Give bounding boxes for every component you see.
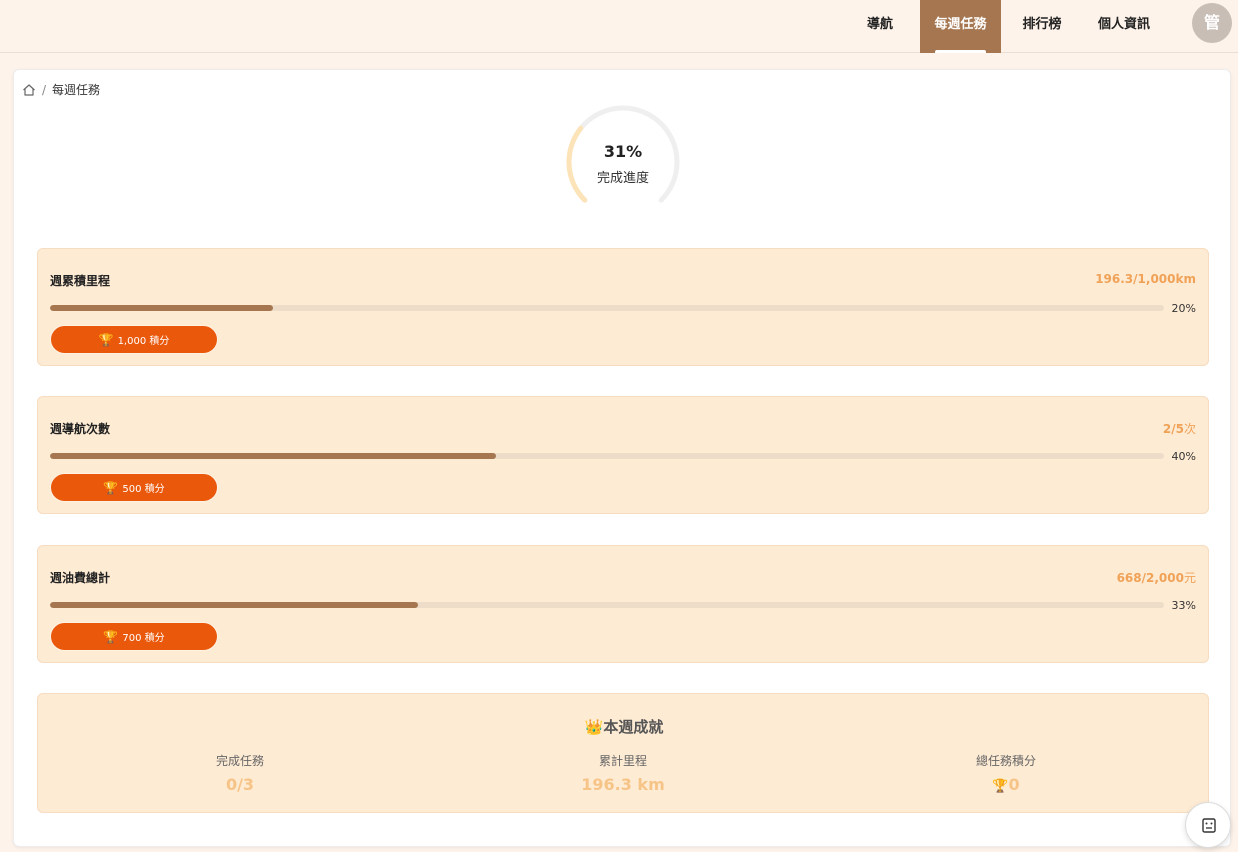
task-progress-percent: 33% (1171, 599, 1196, 612)
task-title: 週累積里程 (50, 274, 111, 288)
avatar[interactable]: 管 (1192, 3, 1232, 43)
task-progress-bar (50, 602, 1164, 608)
top-navbar: 導航 每週任務 排行榜 個人資訊 管 (0, 0, 1238, 53)
robot-icon (1202, 818, 1216, 833)
trophy-icon: 🏆 (103, 481, 119, 495)
breadcrumb-current: 每週任務 (52, 83, 101, 97)
progress-label: 完成進度 (596, 171, 649, 186)
nav-tab-weekly-tasks[interactable]: 每週任務 (920, 0, 1001, 53)
breadcrumb: / 每週任務 (22, 81, 100, 98)
task-progress-fill (50, 305, 273, 311)
task-reward-button[interactable]: 🏆 700 積分 (50, 622, 218, 651)
task-progress-percent: 20% (1171, 302, 1196, 315)
task-progress-value: 196.3/1,000km (1095, 272, 1196, 286)
stat-total-points: 總任務積分 🏆0 (975, 754, 1036, 794)
breadcrumb-separator: / (42, 82, 47, 97)
main-card: / 每週任務 31% 完成進度 週累積里程 196.3/1,000km 20% … (13, 69, 1231, 847)
assistant-chat-button[interactable] (1185, 802, 1231, 848)
nav-tab-navigation[interactable]: 導航 (856, 0, 904, 53)
trophy-icon: 🏆 (98, 333, 114, 347)
stat-total-mileage: 累計里程 196.3 km (581, 754, 665, 794)
task-card-mileage: 週累積里程 196.3/1,000km 20% 🏆 1,000 積分 (37, 248, 1209, 366)
task-progress-fill (50, 453, 496, 459)
task-card-fuel-cost: 週油費總計 668/2,000元 33% 🏆 700 積分 (37, 545, 1209, 663)
completion-progress-ring: 31% 完成進度 (565, 104, 681, 220)
stat-completed-tasks: 完成任務 0/3 (215, 754, 264, 794)
task-progress-fill (50, 602, 418, 608)
home-icon[interactable] (22, 83, 36, 97)
task-title: 週導航次數 (50, 422, 111, 436)
summary-title: 👑本週成就 (584, 718, 664, 736)
progress-percent: 31% (603, 142, 643, 161)
task-reward-button[interactable]: 🏆 500 積分 (50, 473, 218, 502)
weekly-achievement-summary: 👑本週成就 完成任務 0/3 累計里程 196.3 km 總任務積分 🏆0 (37, 693, 1209, 813)
task-title: 週油費總計 (50, 571, 111, 585)
task-reward-button[interactable]: 🏆 1,000 積分 (50, 325, 218, 354)
task-progress-value: 668/2,000元 (1116, 571, 1196, 585)
nav-tab-leaderboard[interactable]: 排行榜 (1015, 0, 1069, 53)
crown-icon: 👑 (584, 718, 604, 736)
trophy-icon: 🏆 (103, 630, 119, 644)
task-progress-bar (50, 453, 1164, 459)
task-progress-value: 2/5次 (1162, 422, 1196, 436)
task-card-navigation-count: 週導航次數 2/5次 40% 🏆 500 積分 (37, 396, 1209, 514)
task-progress-percent: 40% (1171, 450, 1196, 463)
task-progress-bar (50, 305, 1164, 311)
nav-tab-profile[interactable]: 個人資訊 (1088, 0, 1160, 53)
progress-ring-graphic (566, 105, 680, 203)
trophy-icon: 🏆 (992, 779, 1009, 794)
